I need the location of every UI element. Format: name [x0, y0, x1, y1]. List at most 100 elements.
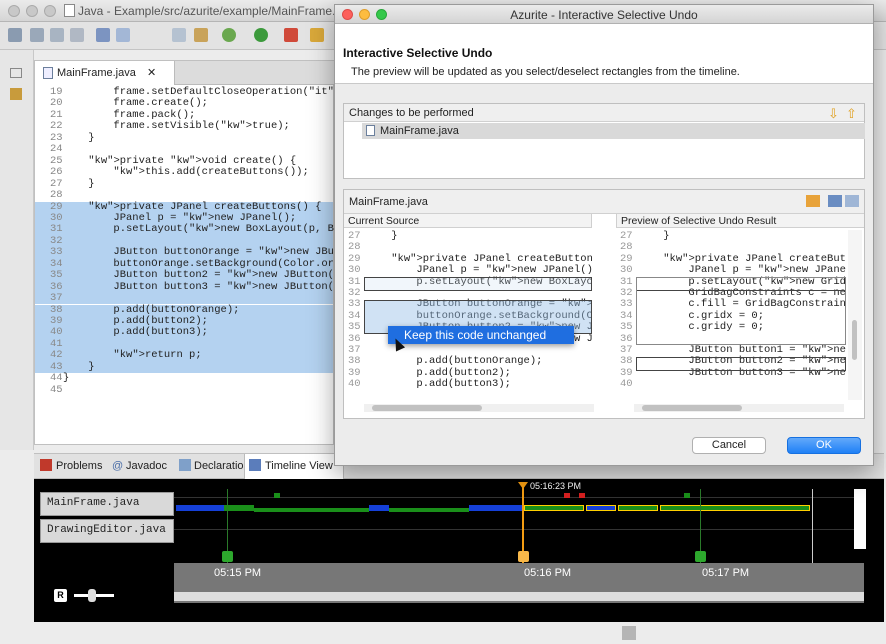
scroll-thumb[interactable]: [372, 405, 482, 411]
line-code: frame.setDefaultCloseOperation("it">EXIT…: [63, 86, 371, 98]
line-number: 30: [620, 264, 633, 277]
tab-timeline-view[interactable]: Timeline View: [244, 454, 344, 479]
timeline-scrollbar[interactable]: [174, 592, 864, 601]
java-file-icon: [366, 125, 375, 136]
tab-javadoc[interactable]: Javadoc: [126, 460, 167, 472]
diff-region[interactable]: [636, 277, 846, 345]
line-number: 40: [620, 378, 633, 391]
search-icon[interactable]: [116, 28, 130, 42]
code-line: 44}: [35, 372, 333, 384]
operation-block[interactable]: [254, 508, 369, 512]
declaration-icon: [179, 459, 191, 471]
line-code: JButton buttonOrange = "kw">new JButton(…: [63, 246, 371, 259]
changes-list-item[interactable]: MainFrame.java: [362, 123, 865, 139]
preview-header: Preview of Selective Undo Result: [616, 214, 864, 228]
axis-tick: 05:15 PM: [214, 567, 262, 579]
overview-ruler[interactable]: [848, 230, 862, 400]
code-editor[interactable]: MainFrame.java ✕ 19 frame.setDefaultClos…: [34, 60, 372, 445]
compare-panel: MainFrame.java Current Source Preview of…: [343, 189, 865, 419]
operation-block[interactable]: [224, 505, 254, 511]
line-number: 45: [50, 383, 63, 396]
build-icon[interactable]: [194, 28, 208, 42]
cancel-button[interactable]: Cancel: [692, 437, 766, 454]
left-horizontal-scrollbar[interactable]: [364, 404, 594, 412]
new-icon[interactable]: [8, 28, 22, 42]
status-bar: [0, 622, 886, 644]
reset-zoom-button[interactable]: R: [54, 589, 67, 602]
operation-block[interactable]: [660, 505, 810, 511]
close-icon[interactable]: ✕: [147, 66, 156, 79]
run-marker-icon[interactable]: [695, 551, 706, 562]
zoom-window-button[interactable]: [44, 5, 56, 17]
line-code: }: [63, 131, 95, 144]
toggle-icon[interactable]: [172, 28, 186, 42]
diff-connector-gutter: [592, 228, 616, 406]
cursor-time-label: 05:16:23 PM: [530, 481, 582, 491]
code-line: 40 p.add(button3);: [344, 378, 592, 390]
diff-region[interactable]: [364, 277, 592, 291]
right-horizontal-scrollbar[interactable]: [634, 404, 844, 412]
code-line: 40: [616, 378, 846, 391]
dialog-description: The preview will be updated as you selec…: [351, 66, 740, 78]
ignore-whitespace-icon[interactable]: [828, 195, 842, 207]
editor-tab[interactable]: MainFrame.java ✕: [35, 61, 175, 85]
new-package-icon[interactable]: [310, 28, 324, 42]
changes-item-label: MainFrame.java: [380, 125, 459, 137]
line-code: }: [63, 360, 95, 373]
compare-header: MainFrame.java: [344, 190, 864, 214]
restore-icon[interactable]: [10, 68, 22, 78]
dialog-heading: Interactive Selective Undo: [343, 46, 493, 60]
ok-button[interactable]: OK: [787, 437, 861, 454]
changes-label: Changes to be performed: [349, 107, 474, 119]
line-code: p.add(button3);: [63, 326, 208, 339]
external-tools-icon[interactable]: [284, 28, 298, 42]
end-line: [812, 489, 813, 564]
vertical-scrollbar[interactable]: [854, 489, 866, 549]
operation-marker: [564, 493, 570, 498]
operation-block[interactable]: [524, 505, 584, 511]
operation-block[interactable]: [618, 505, 658, 511]
previous-change-icon[interactable]: ⇧: [846, 106, 857, 122]
tab-problems[interactable]: Problems: [56, 460, 102, 472]
close-window-button[interactable]: [8, 5, 20, 17]
context-menu-keep-unchanged[interactable]: Keep this code unchanged: [388, 326, 574, 344]
line-code: p.setLayout("kw">new BoxLayout(p, BoxLay…: [63, 223, 372, 236]
copy-left-icon[interactable]: [806, 195, 820, 207]
operation-block[interactable]: [369, 505, 389, 511]
changes-panel: Changes to be performed ⇩ ⇧ MainFrame.ja…: [343, 103, 865, 179]
left-trim-stack: [0, 50, 34, 450]
print-icon[interactable]: [70, 28, 84, 42]
run-icon[interactable]: [254, 28, 268, 42]
scroll-thumb[interactable]: [642, 405, 742, 411]
save-icon[interactable]: [30, 28, 44, 42]
debug-run-icon[interactable]: [222, 28, 236, 42]
time-cursor-handle-icon[interactable]: [518, 482, 528, 489]
run-marker-icon[interactable]: [222, 551, 233, 562]
operation-block[interactable]: [176, 505, 224, 511]
line-number: 33: [348, 298, 361, 311]
operation-block[interactable]: [389, 508, 469, 512]
line-code: p.add(button2);: [63, 315, 208, 327]
tab-declaration[interactable]: Declaration: [194, 460, 250, 472]
timeline-file-row[interactable]: DrawingEditor.java: [40, 519, 174, 543]
package-explorer-icon[interactable]: [10, 88, 22, 100]
operation-block[interactable]: [469, 505, 524, 511]
selective-undo-dialog: Azurite - Interactive Selective Undo Int…: [334, 4, 874, 466]
minimize-window-button[interactable]: [26, 5, 38, 17]
code-line: 45: [35, 383, 333, 396]
timeline-file-row[interactable]: MainFrame.java: [40, 492, 174, 516]
swap-icon[interactable]: [845, 195, 859, 207]
line-code: JPanel p = "kw">new JPanel();: [63, 211, 297, 224]
scroll-thumb[interactable]: [852, 320, 857, 360]
zoom-slider-thumb[interactable]: [88, 589, 96, 602]
line-code: "kw">private JPanel createButtons() {: [391, 252, 592, 265]
operation-block[interactable]: [586, 505, 616, 511]
timeline-view[interactable]: MainFrame.java DrawingEditor.java 05:16:…: [34, 479, 884, 622]
diff-region[interactable]: [636, 357, 846, 371]
save-all-icon[interactable]: [50, 28, 64, 42]
next-change-icon[interactable]: ⇩: [828, 106, 839, 122]
changes-header: Changes to be performed ⇩ ⇧: [344, 104, 864, 122]
line-number: 33: [620, 298, 633, 311]
checkpoint-marker-icon[interactable]: [518, 551, 529, 562]
debug-icon[interactable]: [96, 28, 110, 42]
